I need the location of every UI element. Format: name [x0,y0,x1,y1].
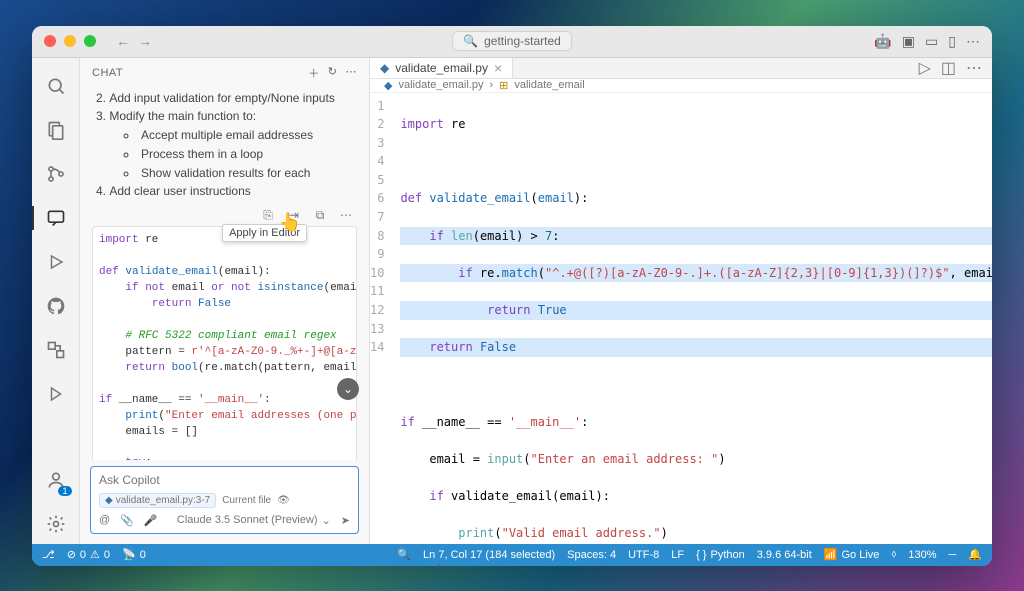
remote-activity-icon[interactable] [32,330,80,370]
testing-activity-icon[interactable] [32,374,80,414]
nav-back-icon[interactable]: ← [116,33,130,49]
copy-code-icon[interactable]: ⧉ [311,206,329,224]
code-more-icon[interactable]: ⋯ [337,206,355,224]
editor-body[interactable]: 1234567 891011121314 import re def valid… [370,93,992,566]
activity-bar: 1 [32,58,80,544]
list-item: Accept multiple email addresses [124,127,357,144]
python-file-icon: ◆ [380,61,389,75]
chat-activity-icon[interactable] [32,198,80,238]
ports-status[interactable]: 📡0 [122,548,146,561]
python-file-icon: ◆ [105,495,113,506]
radio-icon: 📡 [122,548,136,561]
code-area[interactable]: import re def validate_email(email): if … [392,93,992,566]
chat-history-icon[interactable]: ↻ [328,65,338,81]
chat-input[interactable]: ◆ validate_email.py:3-7 Current file 👁 @… [90,466,359,534]
minimize-window-icon[interactable] [64,35,76,47]
list-item: Add input validation for empty/None inpu… [96,90,357,107]
maximize-window-icon[interactable] [84,35,96,47]
list-item: Modify the main function to: Accept mult… [96,108,357,181]
chevron-right-icon: › [489,79,493,91]
window-controls [44,35,96,47]
context-label: Current file [222,495,271,506]
scroll-down-icon[interactable]: ⌄ [337,378,359,400]
clip-icon[interactable]: 📎 [120,514,134,527]
search-label: getting-started [484,34,561,48]
run-activity-icon[interactable] [32,242,80,282]
send-icon[interactable]: ➤ [341,514,350,527]
tab-filename: validate_email.py [395,61,488,75]
run-file-icon[interactable]: ▷ [919,58,931,78]
nav-forward-icon[interactable]: → [138,33,152,49]
breadcrumbs[interactable]: ◆ validate_email.py › ⊞ validate_email [370,79,992,93]
split-editor-icon[interactable]: ◫ [941,58,956,78]
context-file: validate_email.py:3-7 [116,495,211,506]
code-block-toolbar: ⎘ ⇥ ⧉ ⋯ Apply in Editor 👆 [92,202,357,226]
new-chat-icon[interactable]: ＋ [308,65,320,81]
settings-activity-icon[interactable] [32,504,80,544]
attach-icon[interactable]: @ [99,514,110,526]
remote-indicator-icon[interactable]: ⎇ [42,548,55,561]
chat-header-title: CHAT [92,67,123,79]
apply-code-icon[interactable]: ⎘ [259,206,277,224]
symbol-function-icon: ⊞ [499,79,508,92]
chat-more-icon[interactable]: ⋯ [346,65,358,81]
error-icon: ⊘ [67,548,76,561]
titlebar: ← → 🔍 getting-started 🤖 ▣ ▭ ▯ ⋯ [32,26,992,58]
chat-input-field[interactable] [99,473,350,487]
vscode-window: ← → 🔍 getting-started 🤖 ▣ ▭ ▯ ⋯ 1 [32,26,992,566]
layout-panel-left-icon[interactable]: ▣ [902,33,915,50]
breadcrumb-file[interactable]: validate_email.py [398,79,483,91]
chat-panel: CHAT ＋ ↻ ⋯ Add input validation for empt… [80,58,370,544]
problems-status[interactable]: ⊘0 ⚠0 [67,548,110,561]
copilot-icon[interactable]: 🤖 [874,33,891,50]
github-activity-icon[interactable] [32,286,80,326]
editor-more-icon[interactable]: ⋯ [966,58,982,78]
explorer-activity-icon[interactable] [32,110,80,150]
search-icon: 🔍 [463,34,478,48]
accounts-activity-icon[interactable]: 1 [32,460,80,500]
mic-icon[interactable]: 🎤 [144,514,158,527]
warning-icon: ⚠ [90,548,100,561]
context-chip[interactable]: ◆ validate_email.py:3-7 [99,493,216,508]
more-icon[interactable]: ⋯ [966,33,980,50]
layout-panel-bottom-icon[interactable]: ▭ [925,33,938,50]
list-item: Process them in a loop [124,146,357,163]
chat-code-block: import re def validate_email(email): if … [92,226,357,459]
layout-panel-right-icon[interactable]: ▯ [948,33,956,50]
search-activity-icon[interactable] [32,66,80,106]
list-item: Add clear user instructions [96,183,357,200]
editor-tabs: ◆ validate_email.py × ▷ ◫ ⋯ [370,58,992,79]
chevron-down-icon: ⌄ [322,514,331,527]
breadcrumb-symbol[interactable]: validate_email [514,79,584,91]
model-selector[interactable]: Claude 3.5 Sonnet (Preview) ⌄ [177,514,331,527]
nav-arrows: ← → [116,33,152,49]
eye-icon[interactable]: 👁 [277,495,290,506]
close-window-icon[interactable] [44,35,56,47]
line-gutter: 1234567 891011121314 [370,93,392,566]
scm-activity-icon[interactable] [32,154,80,194]
tab-validate-email[interactable]: ◆ validate_email.py × [370,58,513,78]
suggestion-list: Add input validation for empty/None inpu… [92,90,357,201]
python-file-icon: ◆ [384,79,392,92]
close-tab-icon[interactable]: × [494,60,502,76]
accounts-badge: 1 [58,486,71,496]
insert-code-icon[interactable]: ⇥ [285,206,303,224]
apply-tooltip: Apply in Editor [222,224,307,242]
list-item: Show validation results for each [124,165,357,182]
command-center[interactable]: 🔍 getting-started [452,31,572,51]
editor-group: ◆ validate_email.py × ▷ ◫ ⋯ ◆ validate_e… [370,58,992,544]
